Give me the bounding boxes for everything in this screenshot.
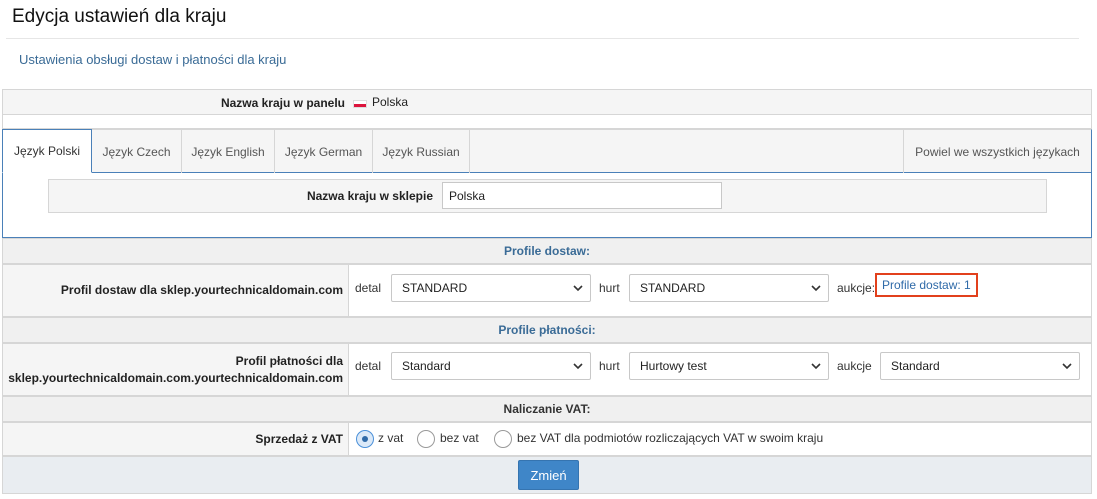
vat-row: Sprzedaż z VAT z vat bez vat bez VAT dla…	[2, 422, 1092, 456]
language-tabs-panel: Język Polski Język Czech Język English J…	[2, 129, 1092, 238]
tab-jezyk-russian[interactable]: Język Russian	[373, 130, 470, 173]
spacer-row	[2, 115, 1092, 129]
vat-header: Naliczanie VAT:	[2, 396, 1092, 422]
shop-name-input[interactable]	[442, 182, 722, 209]
payment-profiles-header: Profile płatności:	[2, 317, 1092, 343]
delivery-hurt-select[interactable]: STANDARD	[629, 274, 829, 302]
country-panel-row: Nazwa kraju w panelu Polska	[2, 89, 1092, 115]
title-divider	[6, 38, 1079, 39]
shop-name-label: Nazwa kraju w sklepie	[306, 189, 433, 203]
delivery-aukcje-label: aukcje:	[837, 281, 876, 295]
delivery-profile-row: Profil dostaw dla sklep.yourtechnicaldom…	[2, 264, 1092, 317]
chevron-down-icon	[573, 363, 583, 370]
select-value: Standard	[891, 359, 940, 373]
language-tabbar: Język Polski Język Czech Język English J…	[2, 129, 1091, 173]
copy-all-label: Powiel we wszystkich językach	[915, 144, 1080, 159]
page-subtitle: Ustawienia obsługi dostaw i płatności dl…	[19, 52, 287, 67]
copy-all-languages-button[interactable]: Powiel we wszystkich językach	[903, 130, 1091, 173]
vat-radio-bez-vat[interactable]	[417, 430, 435, 448]
country-panel-text: Polska	[372, 95, 409, 109]
submit-button[interactable]: Zmień	[518, 460, 579, 490]
vat-option-label: bez vat	[440, 431, 479, 445]
chevron-down-icon	[811, 285, 821, 292]
vat-label: Sprzedaż z VAT	[3, 423, 349, 455]
payment-detal-label: detal	[355, 359, 382, 373]
select-value: STANDARD	[640, 281, 706, 295]
tab-label: Język English	[191, 144, 265, 159]
tab-label: Język Russian	[382, 144, 460, 159]
payment-profile-label: Profil płatności dla sklep.yourtechnical…	[3, 344, 349, 395]
chevron-down-icon	[573, 285, 583, 292]
select-value: Hurtowy test	[640, 359, 707, 373]
payment-hurt-label: hurt	[599, 359, 620, 373]
vat-option-label: z vat	[378, 431, 404, 445]
chevron-down-icon	[811, 363, 821, 370]
delivery-profiles-link[interactable]: Profile dostaw: 1	[875, 273, 978, 297]
shop-name-row: Nazwa kraju w sklepie	[48, 179, 1047, 213]
tab-jezyk-czech[interactable]: Język Czech	[92, 130, 182, 173]
payment-label-line1: Profil płatności dla	[235, 353, 343, 368]
payment-label-line2: sklep.yourtechnicaldomain.com.yourtechni…	[8, 370, 343, 385]
vat-radio-bez-vat-podmioty[interactable]	[494, 430, 512, 448]
tab-jezyk-english[interactable]: Język English	[182, 130, 275, 173]
delivery-detal-label: detal	[355, 281, 382, 295]
form-footer: Zmień	[2, 456, 1092, 494]
payment-detal-select[interactable]: Standard	[391, 352, 591, 380]
delivery-detal-select[interactable]: STANDARD	[391, 274, 591, 302]
delivery-profiles-header: Profile dostaw:	[2, 238, 1092, 264]
country-panel-label: Nazwa kraju w panelu	[220, 96, 345, 110]
page-title: Edycja ustawień dla kraju	[12, 6, 227, 27]
vat-radio-z-vat[interactable]	[356, 430, 374, 448]
delivery-hurt-label: hurt	[599, 281, 620, 295]
poland-flag-icon	[353, 100, 367, 108]
payment-hurt-select[interactable]: Hurtowy test	[629, 352, 829, 380]
tab-jezyk-german[interactable]: Język German	[275, 130, 373, 173]
payment-aukcje-select[interactable]: Standard	[880, 352, 1080, 380]
select-value: Standard	[402, 359, 451, 373]
payment-aukcje-label: aukcje	[837, 359, 872, 373]
country-panel-value: Polska	[353, 95, 408, 109]
vat-option-label: bez VAT dla podmiotów rozliczających VAT…	[517, 431, 824, 445]
tab-label: Język Polski	[13, 144, 81, 158]
delivery-profile-label: Profil dostaw dla sklep.yourtechnicaldom…	[3, 265, 349, 316]
tab-label: Język Czech	[102, 144, 171, 159]
chevron-down-icon	[1062, 363, 1072, 370]
payment-profile-row: Profil płatności dla sklep.yourtechnical…	[2, 343, 1092, 396]
select-value: STANDARD	[402, 281, 468, 295]
tab-label: Język German	[284, 144, 363, 159]
tab-jezyk-polski[interactable]: Język Polski	[2, 129, 92, 173]
